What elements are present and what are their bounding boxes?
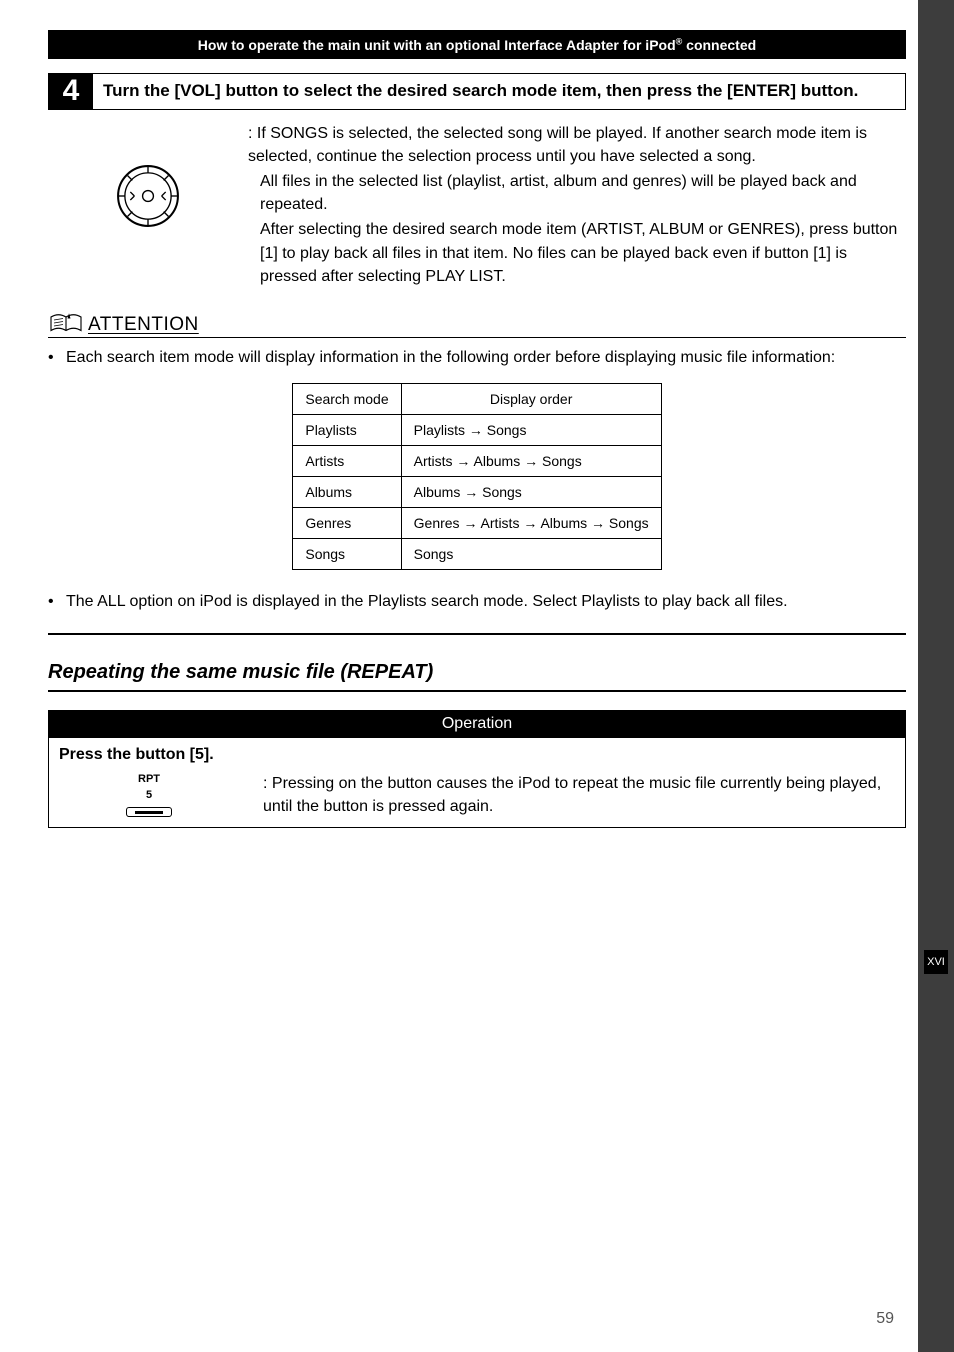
th-display-order: Display order — [401, 384, 661, 415]
repeat-section-title: Repeating the same music file (REPEAT) — [48, 661, 906, 692]
step-body-p3: After selecting the desired search mode … — [248, 218, 906, 288]
step-box: 4 Turn the [VOL] button to select the de… — [48, 73, 906, 110]
table-row: Songs Songs — [293, 539, 661, 570]
step-body: : If SONGS is selected, the selected son… — [48, 122, 906, 290]
cell-order: Genres → Artists → Albums → Songs — [401, 508, 661, 539]
cell-order: Playlists → Songs — [401, 415, 661, 446]
section-divider — [48, 633, 906, 635]
step-body-text: : If SONGS is selected, the selected son… — [248, 122, 906, 290]
step-body-p2: All files in the selected list (playlist… — [248, 170, 906, 216]
table-row: Playlists Playlists → Songs — [293, 415, 661, 446]
cell-mode: Playlists — [293, 415, 401, 446]
button-5-graphic: RPT 5 — [59, 772, 239, 817]
attention-bullet-1-text: Each search item mode will display infor… — [66, 346, 835, 369]
bullet-dot: • — [48, 590, 66, 613]
attention-heading: ATTENTION — [48, 310, 906, 338]
page-number: 59 — [876, 1310, 894, 1328]
operation-instruction: Press the button [5]. — [59, 746, 895, 764]
button-slot-icon — [126, 807, 172, 817]
vol-knob-graphic — [48, 122, 248, 290]
operation-table: Operation Press the button [5]. RPT 5 : … — [48, 710, 906, 827]
attention-label: ATTENTION — [88, 314, 199, 336]
table-row: Artists Artists → Albums → Songs — [293, 446, 661, 477]
cell-mode: Albums — [293, 477, 401, 508]
table-row: Albums Albums → Songs — [293, 477, 661, 508]
attention-bullet-2-text: The ALL option on iPod is displayed in t… — [66, 590, 788, 613]
button-label-rpt: RPT — [59, 772, 239, 787]
attention-bullet-2: • The ALL option on iPod is displayed in… — [48, 590, 906, 613]
page-header-text: How to operate the main unit with an opt… — [198, 37, 756, 53]
book-icon — [48, 310, 84, 336]
cell-order: Albums → Songs — [401, 477, 661, 508]
operation-header: Operation — [49, 711, 906, 738]
section-badge: XVI — [924, 950, 948, 974]
cell-mode: Artists — [293, 446, 401, 477]
step-instruction: Turn the [VOL] button to select the desi… — [93, 74, 868, 109]
table-row: Genres Genres → Artists → Albums → Songs — [293, 508, 661, 539]
page-header-bar: How to operate the main unit with an opt… — [48, 30, 906, 59]
cell-mode: Genres — [293, 508, 401, 539]
th-search-mode: Search mode — [293, 384, 401, 415]
operation-description: : Pressing on the button causes the iPod… — [263, 772, 895, 818]
attention-bullet-1: • Each search item mode will display inf… — [48, 346, 906, 369]
step-body-p1: : If SONGS is selected, the selected son… — [248, 122, 906, 168]
search-mode-table: Search mode Display order Playlists Play… — [292, 383, 661, 570]
button-label-5: 5 — [59, 788, 239, 803]
bullet-dot: • — [48, 346, 66, 369]
knob-icon — [114, 162, 182, 230]
step-number: 4 — [49, 74, 93, 109]
cell-order: Artists → Albums → Songs — [401, 446, 661, 477]
cell-mode: Songs — [293, 539, 401, 570]
cell-order: Songs — [401, 539, 661, 570]
